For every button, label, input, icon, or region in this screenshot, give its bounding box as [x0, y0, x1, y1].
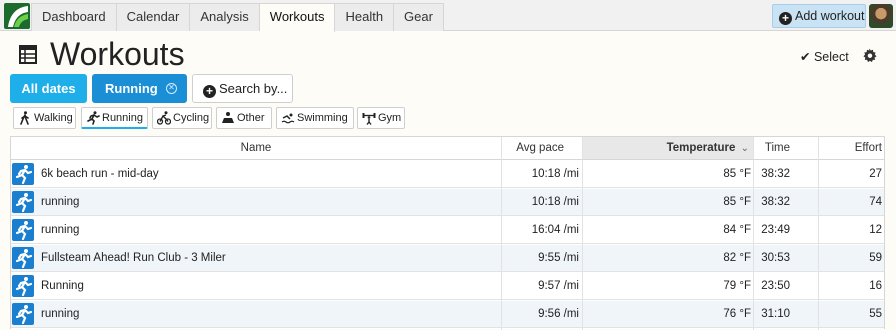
gym-icon [362, 113, 376, 125]
column-divider [818, 137, 819, 330]
add-workout-button[interactable]: + Add workout [772, 4, 866, 28]
cell-time: 38:32 [761, 168, 790, 180]
cell-effort: 74 [869, 196, 882, 208]
chip-label: Running [102, 112, 143, 124]
column-divider [753, 137, 754, 330]
all-dates-button[interactable]: All dates [10, 74, 87, 103]
cell-name: running [41, 196, 80, 208]
cell-name: Running [41, 280, 84, 292]
chip-label: Cycling [173, 112, 210, 124]
cell-name: 6k beach run - mid-day [41, 168, 159, 180]
cell-temperature: 82 °F [723, 252, 751, 264]
gear-icon[interactable] [862, 48, 877, 63]
running-filter-button[interactable]: Running ✕ [92, 74, 187, 103]
search-by-button[interactable]: + Search by... [192, 74, 293, 103]
chip-label: Walking [34, 112, 73, 124]
chip-label: Swimming [297, 112, 348, 124]
plus-circle-icon: + [779, 12, 792, 25]
top-navigation-bar: Dashboard Calendar Analysis Workouts Hea… [0, 0, 896, 32]
tab-calendar[interactable]: Calendar [116, 3, 191, 31]
chip-swimming[interactable]: Swimming [276, 107, 354, 129]
chip-cycling[interactable]: Cycling [152, 107, 212, 129]
checkmark-icon: ✔ [800, 50, 811, 64]
main-nav-tabs: Dashboard Calendar Analysis Workouts Hea… [31, 3, 444, 32]
cell-time: 38:32 [761, 196, 790, 208]
select-label: Select [813, 50, 849, 64]
tab-dashboard[interactable]: Dashboard [31, 3, 117, 31]
cell-time: 23:49 [761, 224, 790, 236]
plus-circle-icon: + [203, 85, 216, 98]
chip-other[interactable]: Other [216, 107, 272, 129]
clear-filter-icon[interactable]: ✕ [166, 83, 177, 94]
column-header-avg-pace[interactable]: Avg pace [502, 137, 582, 159]
column-header-temperature-label: Temperature [666, 142, 736, 154]
cell-temperature: 76 °F [723, 308, 751, 320]
swimming-icon [281, 113, 295, 124]
running-icon [12, 303, 34, 325]
running-icon [12, 247, 34, 269]
cell-temperature: 85 °F [723, 196, 751, 208]
chip-walking[interactable]: Walking [13, 107, 76, 129]
cell-temperature: 79 °F [723, 280, 751, 292]
sort-descending-icon: ⌄ [740, 143, 749, 154]
chip-label: Other [237, 112, 265, 124]
cell-name: Fullsteam Ahead! Run Club - 3 Miler [41, 252, 226, 264]
search-by-label: Search by... [219, 81, 288, 96]
cell-temperature: 84 °F [723, 224, 751, 236]
cell-time: 31:10 [761, 308, 790, 320]
column-divider [582, 137, 583, 330]
column-header-effort[interactable]: Effort [819, 137, 884, 159]
running-icon [12, 163, 34, 185]
cell-name: running [41, 224, 80, 236]
cell-avg-pace: 9:56 /mi [538, 308, 579, 320]
cell-time: 30:53 [761, 252, 790, 264]
chip-label: Gym [378, 112, 402, 124]
other-icon [222, 112, 234, 123]
running-icon [12, 219, 34, 241]
cell-avg-pace: 9:57 /mi [538, 280, 579, 292]
column-header-name[interactable]: Name [11, 137, 501, 159]
cell-effort: 16 [869, 280, 882, 292]
select-button[interactable]: ✔ Select [800, 49, 849, 64]
cycling-icon [157, 111, 171, 125]
table-list-icon [19, 45, 37, 64]
app-logo[interactable] [4, 3, 30, 29]
tab-workouts[interactable]: Workouts [259, 3, 336, 32]
cell-avg-pace: 10:18 /mi [531, 168, 579, 180]
workouts-table: Name Avg pace Temperature ⌄ Time Effort … [10, 136, 885, 330]
tab-analysis[interactable]: Analysis [190, 3, 260, 31]
column-header-time[interactable]: Time [754, 137, 818, 159]
chip-running[interactable]: Running [81, 107, 148, 129]
cell-effort: 27 [869, 168, 882, 180]
page-title: Workouts [50, 36, 185, 72]
running-filter-label: Running [105, 81, 158, 96]
cell-time: 23:50 [761, 280, 790, 292]
chip-gym[interactable]: Gym [357, 107, 405, 129]
tab-health[interactable]: Health [335, 3, 395, 31]
add-workout-label: Add workout [795, 9, 865, 23]
cell-temperature: 85 °F [723, 168, 751, 180]
column-header-temperature[interactable]: Temperature ⌄ [583, 137, 753, 159]
cell-avg-pace: 10:18 /mi [531, 196, 579, 208]
avatar[interactable] [869, 4, 893, 28]
tab-gear[interactable]: Gear [394, 3, 444, 31]
cell-effort: 59 [869, 252, 882, 264]
cell-name: running [41, 308, 80, 320]
cell-effort: 12 [869, 224, 882, 236]
running-icon [12, 191, 34, 213]
running-icon [87, 111, 100, 125]
running-icon [12, 275, 34, 297]
cell-effort: 55 [869, 308, 882, 320]
cell-avg-pace: 16:04 /mi [531, 224, 579, 236]
walking-icon [20, 111, 29, 125]
cell-avg-pace: 9:55 /mi [538, 252, 579, 264]
column-divider [501, 137, 502, 330]
